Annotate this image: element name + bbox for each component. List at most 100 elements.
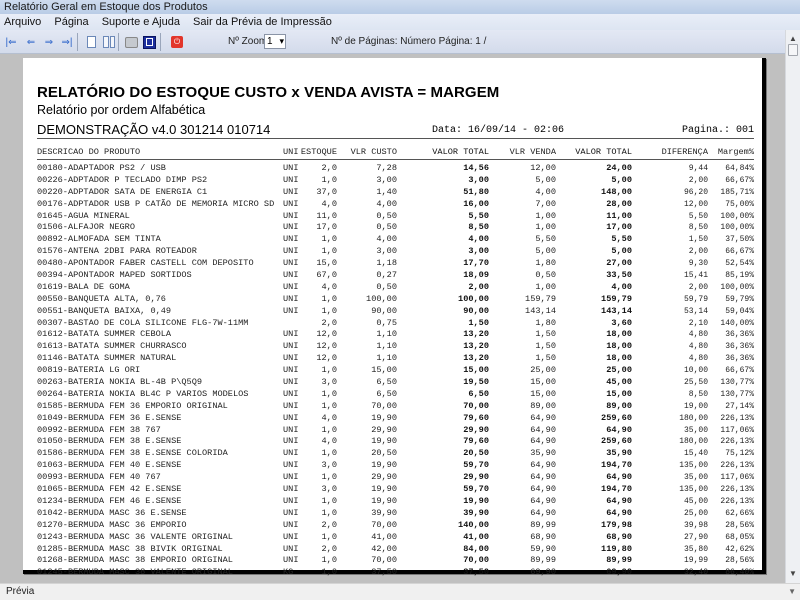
cell-descricao: 01270-BERMUDA MASC 36 EMPORIO (37, 519, 187, 530)
cell-diferenca: 2,00 (688, 282, 708, 292)
table-row: 01576-ANTENA 2DBI PARA ROTEADOR UNI 1,0 3,0… (37, 246, 754, 258)
table-header-row: DESCRICAO DO PRODUTO UNI ESTOQUE VLR CUS… (37, 146, 754, 158)
cell-descricao: 00394-APONTADOR MAPED SORTIDOS (37, 270, 192, 281)
cell-descricao: 01645-AGUA MINERAL (37, 210, 130, 221)
cell-margem: 226,13% (720, 485, 754, 495)
cell-uni: UNI (283, 555, 299, 566)
table-row: 01586-BERMUDA FEM 38 E.SENSE COLORIDA UNI… (37, 448, 754, 460)
cell-vlr-venda: 89,99 (530, 555, 556, 566)
cell-descricao: 01506-ALFAJOR NEGRO (37, 222, 135, 233)
cell-margem: 140,00% (720, 318, 754, 328)
cell-uni: UNI (283, 341, 299, 352)
cell-diferenca: 2,00 (688, 247, 708, 257)
cell-valor-total-custo: 14,56 (463, 163, 489, 173)
cell-margem: 28,56% (725, 520, 754, 530)
cell-margem: 226,13% (720, 461, 754, 471)
previous-page-button[interactable]: ⇐ (24, 35, 38, 49)
cell-valor-total-venda: 11,00 (606, 210, 632, 221)
fit-page-button[interactable] (142, 35, 156, 49)
cell-valor-total-venda: 68,90 (606, 531, 632, 542)
single-page-button[interactable] (84, 35, 98, 49)
cell-valor-total-custo: 15,00 (463, 365, 489, 376)
cell-valor-total-custo: 5,50 (468, 210, 489, 221)
two-page-button[interactable] (102, 35, 116, 49)
cell-vlr-custo: 3,00 (376, 246, 397, 257)
next-page-button[interactable]: ⇒ (42, 35, 56, 49)
table-row: 00993-BERMUDA FEM 40 767 UNI 1,0 29,90 29,90… (37, 472, 754, 484)
report-page: RELATÓRIO DO ESTOQUE CUSTO x VENDA AVIST… (23, 58, 766, 577)
table-row: 01243-BERMUDA MASC 36 VALENTE ORIGINAL UN… (37, 532, 754, 544)
cell-estoque: 1,0 (321, 365, 337, 376)
cell-estoque: 4,0 (321, 412, 337, 423)
exit-preview-button[interactable]: ⏻ (170, 35, 184, 49)
cell-uni: UNI (283, 507, 299, 518)
cell-valor-total-venda: 64,90 (606, 495, 632, 506)
cell-vlr-venda: 64,90 (530, 436, 556, 447)
cell-descricao: 01268-BERMUDA MASC 38 EMPORIO ORIGINAL (37, 555, 233, 566)
zoom-select[interactable]: 1 (264, 34, 286, 49)
table-row: 00220-ADPTADOR SATA DE ENERGIA C1 UNI 37,0… (37, 187, 754, 199)
cell-uni: UNI (283, 234, 299, 245)
cell-valor-total-custo: 13,20 (463, 329, 489, 340)
cell-valor-total-custo: 20,50 (463, 448, 489, 459)
cell-margem: 75,12% (725, 449, 754, 459)
cell-vlr-custo: 4,00 (376, 198, 397, 209)
cell-vlr-custo: 70,00 (371, 555, 397, 566)
cell-estoque: 1,0 (321, 495, 337, 506)
cell-descricao: 00992-BERMUDA FEM 38 767 (37, 424, 161, 435)
menu-sair-previa[interactable]: Sair da Prévia de Impressão (188, 14, 337, 30)
cell-estoque: 4,0 (321, 281, 337, 292)
cell-vlr-venda: 12,00 (530, 163, 556, 173)
cell-valor-total-venda: 18,00 (606, 341, 632, 352)
cell-estoque: 1,0 (321, 567, 337, 578)
cell-estoque: 3,0 (321, 460, 337, 471)
cell-valor-total-custo: 19,90 (463, 495, 489, 506)
print-button[interactable] (124, 35, 138, 49)
cell-margem: 100,00% (720, 211, 754, 221)
status-text: Prévia (6, 586, 35, 597)
cell-descricao: 01243-BERMUDA MASC 36 VALENTE ORIGINAL (37, 531, 233, 542)
scrollbar-thumb[interactable] (788, 44, 798, 56)
cell-estoque: 1,0 (321, 555, 337, 566)
header-rule (37, 138, 754, 139)
cell-vlr-custo: 1,40 (376, 186, 397, 197)
table-row: 00819-BATERIA LG ORI UNI 1,0 15,00 15,00 25,0… (37, 365, 754, 377)
cell-vlr-custo: 42,00 (371, 543, 397, 554)
cell-valor-total-venda: 28,00 (606, 198, 632, 209)
cell-diferenca: 4,80 (688, 330, 708, 340)
cell-uni: UNI (283, 543, 299, 554)
first-page-button[interactable]: |⇐ (4, 35, 18, 49)
cell-uni: UNI (283, 222, 299, 233)
cell-descricao: 01049-BERMUDA FEM 36 E.SENSE (37, 412, 182, 423)
cell-diferenca: 96,20 (683, 187, 708, 197)
cell-uni: UNI (283, 353, 299, 364)
cell-vlr-venda: 64,90 (530, 412, 556, 423)
toolbar-separator (118, 33, 119, 51)
scroll-down-arrow-icon[interactable]: ▼ (786, 567, 800, 581)
cell-vlr-custo: 41,00 (371, 531, 397, 542)
cell-diferenca: 35,00 (683, 473, 708, 483)
cell-margem: 85,19% (725, 271, 754, 281)
cell-diferenca: 180,00 (679, 437, 708, 447)
menu-pagina[interactable]: Página (49, 14, 93, 30)
cell-uni: UNI (283, 246, 299, 257)
cell-diferenca: 39,98 (683, 520, 708, 530)
cell-valor-total-custo: 39,90 (463, 507, 489, 518)
menu-arquivo[interactable]: Arquivo (0, 14, 46, 30)
cell-estoque: 1,0 (321, 388, 337, 399)
cell-diferenca: 4,80 (688, 342, 708, 352)
table-row: 00551-BANQUETA BAIXA, 0,49 UNI 1,0 90,00 90,… (37, 306, 754, 318)
cell-diferenca: 135,00 (679, 461, 708, 471)
status-bar: Prévia ▼ (0, 583, 800, 600)
cell-valor-total-custo: 140,00 (458, 519, 489, 530)
cell-estoque: 1,0 (321, 424, 337, 435)
cell-uni: UNI (283, 472, 299, 483)
cell-vlr-venda: 69,90 (530, 567, 556, 578)
vertical-scrollbar[interactable]: ▲ ▼ (785, 30, 800, 583)
cell-uni: UNI (283, 424, 299, 435)
menu-suporte-ajuda[interactable]: Suporte e Ajuda (97, 14, 185, 30)
cell-diferenca: 59,79 (683, 294, 708, 304)
last-page-button[interactable]: ⇒| (60, 35, 74, 49)
cell-estoque: 1,0 (321, 293, 337, 304)
table-row: 01050-BERMUDA FEM 38 E.SENSE UNI 4,0 19,90 7… (37, 436, 754, 448)
